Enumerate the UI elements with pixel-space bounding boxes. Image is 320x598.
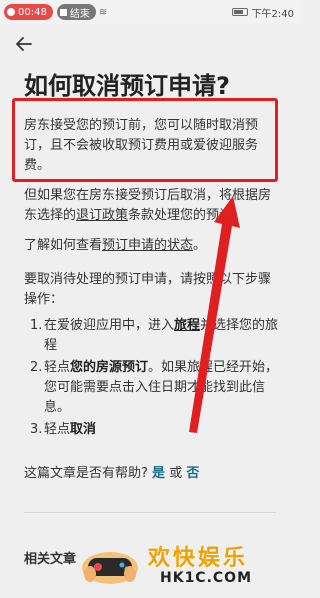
watermark-url: HK1C.COM bbox=[160, 570, 253, 586]
gamepad-logo-icon bbox=[82, 552, 138, 584]
watermark-title: 欢快娱乐 bbox=[148, 546, 249, 571]
annotation-arrow-icon bbox=[189, 196, 240, 433]
